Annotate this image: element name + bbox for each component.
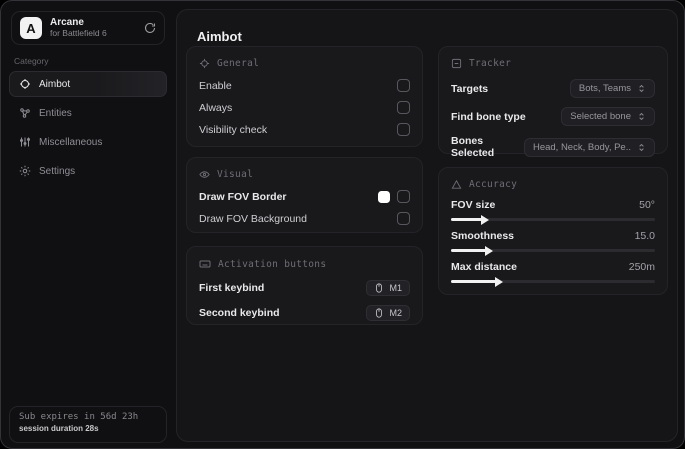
draw-fov-background-label: Draw FOV Background [199, 212, 307, 225]
accuracy-card: Accuracy FOV size 50° Smoothness 15.0 Ma… [438, 167, 668, 295]
keybind-value: M1 [389, 283, 402, 293]
slider-fill[interactable] [451, 245, 493, 256]
targets-select[interactable]: Bots, Teams [569, 79, 655, 98]
visual-card: Visual Draw FOV Border Draw FOV Backgrou… [186, 157, 423, 233]
card-title: Visual [217, 169, 254, 180]
select-value: Head, Neck, Body, Pe.. [532, 141, 631, 153]
fov-border-color-swatch[interactable] [378, 190, 390, 203]
slider-fill[interactable] [451, 276, 503, 287]
crosshair-icon [199, 58, 210, 69]
chevrons-up-down-icon [637, 143, 646, 152]
smoothness-label: Smoothness [451, 230, 515, 242]
eye-icon [199, 169, 210, 180]
mouse-icon [374, 283, 384, 293]
second-keybind-button[interactable]: M2 [366, 305, 410, 321]
draw-fov-border-label: Draw FOV Border [199, 190, 287, 203]
first-keybind-label: First keybind [199, 282, 265, 294]
app-window: A Arcane for Battlefield 6 Category Aimb… [0, 0, 685, 449]
sidebar-item-label: Entities [39, 107, 72, 119]
enable-label: Enable [199, 79, 232, 92]
smoothness-slider[interactable] [451, 245, 655, 256]
activation-buttons-card: Activation buttons First keybind M1 Seco… [186, 246, 423, 325]
card-title: Activation buttons [218, 258, 327, 270]
sidebar: A Arcane for Battlefield 6 Category Aimb… [1, 1, 175, 448]
card-title: General [217, 58, 260, 69]
sidebar-item-label: Settings [39, 165, 76, 177]
sidebar-item-entities[interactable]: Entities [9, 100, 167, 126]
enable-checkbox[interactable] [397, 79, 410, 92]
sub-expiry-text: Sub expires in 56d 23h [19, 412, 139, 422]
sidebar-item-miscellaneous[interactable]: Miscellaneous [9, 129, 167, 155]
triangle-icon [451, 179, 462, 190]
page-title: Aimbot [197, 29, 242, 44]
sidebar-item-settings[interactable]: Settings [9, 158, 167, 184]
find-bone-type-select[interactable]: Selected bone [561, 107, 655, 126]
fov-size-value: 50° [639, 199, 655, 211]
card-title: Tracker [469, 58, 512, 69]
max-distance-value: 250m [628, 261, 655, 273]
draw-fov-background-checkbox[interactable] [397, 212, 410, 225]
app-subtitle: for Battlefield 6 [50, 27, 107, 38]
crosshair-icon [19, 78, 31, 90]
sidebar-nav: Aimbot Entities Miscellaneous Settings [9, 71, 167, 184]
always-checkbox[interactable] [397, 101, 410, 114]
find-bone-type-label: Find bone type [451, 110, 526, 123]
smoothness-value: 15.0 [634, 230, 655, 242]
refresh-icon[interactable] [144, 22, 156, 34]
draw-fov-border-checkbox[interactable] [397, 190, 410, 203]
keyboard-icon [199, 258, 211, 270]
tracker-icon [451, 58, 462, 69]
max-distance-label: Max distance [451, 261, 517, 273]
mouse-icon [374, 308, 384, 318]
category-label: Category [14, 56, 49, 66]
fov-size-label: FOV size [451, 199, 496, 211]
sliders-icon [19, 136, 31, 148]
fov-size-slider[interactable] [451, 214, 655, 225]
second-keybind-label: Second keybind [199, 307, 280, 319]
sidebar-item-label: Miscellaneous [39, 136, 103, 148]
card-title: Accuracy [469, 179, 518, 190]
chevrons-up-down-icon [637, 112, 646, 121]
tracker-card: Tracker Targets Bots, Teams Find bone ty… [438, 46, 668, 159]
visibility-check-checkbox[interactable] [397, 123, 410, 136]
chevrons-up-down-icon [637, 84, 646, 93]
always-label: Always [199, 101, 233, 114]
subscription-info: Sub expires in 56d 23h session duration … [9, 406, 167, 443]
app-logo: A [20, 17, 42, 39]
gear-icon [19, 165, 31, 177]
sidebar-item-aimbot[interactable]: Aimbot [9, 71, 167, 97]
app-header: A Arcane for Battlefield 6 [11, 11, 165, 45]
max-distance-slider[interactable] [451, 276, 655, 287]
first-keybind-button[interactable]: M1 [366, 280, 410, 296]
entities-icon [19, 107, 31, 119]
keybind-value: M2 [389, 308, 402, 318]
visibility-check-label: Visibility check [199, 123, 268, 136]
select-value: Selected bone [570, 111, 631, 122]
targets-label: Targets [451, 82, 489, 95]
general-card: General Enable Always Visibility check [186, 46, 423, 147]
session-duration-text: session duration 28s [19, 424, 99, 433]
select-value: Bots, Teams [578, 83, 631, 94]
bones-selected-label: Bones Selected [451, 135, 495, 159]
slider-fill[interactable] [451, 214, 489, 225]
sidebar-item-label: Aimbot [39, 78, 71, 90]
bones-selected-select[interactable]: Head, Neck, Body, Pe.. [523, 137, 655, 157]
